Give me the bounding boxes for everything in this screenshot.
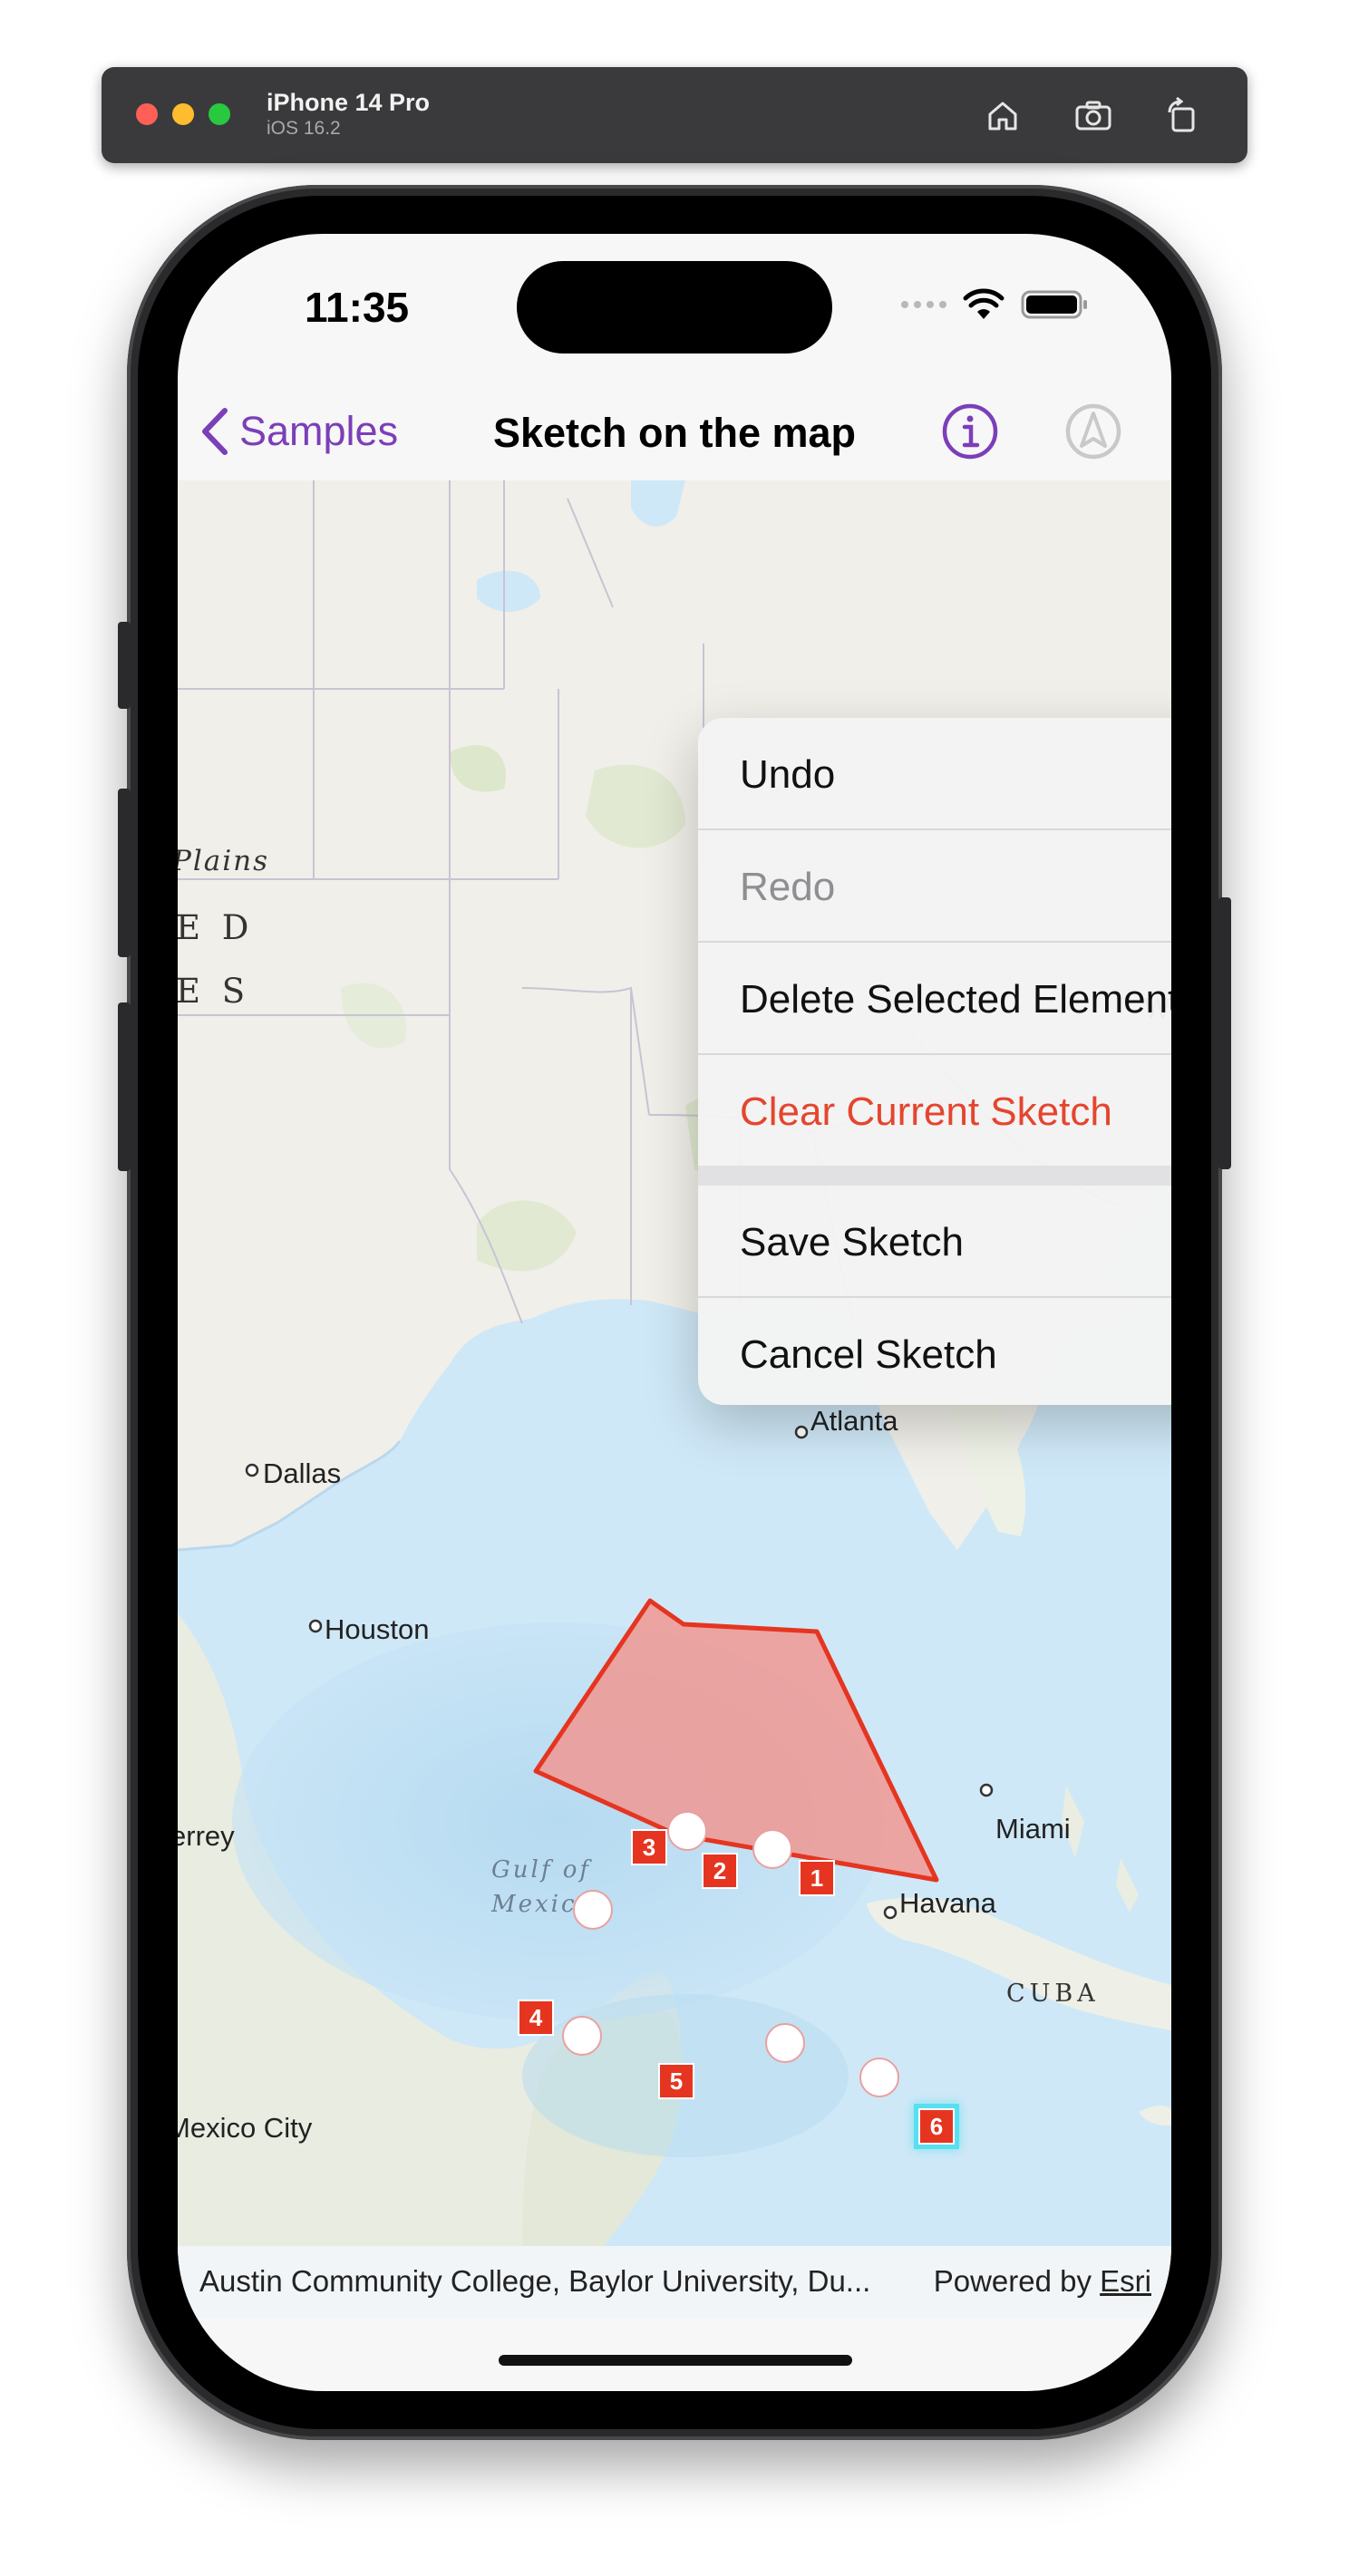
page-title: Sketch on the map	[492, 410, 857, 456]
vertex-marker-4[interactable]: 4	[518, 2000, 554, 2036]
attribution-text[interactable]: Austin Community College, Baylor Univers…	[199, 2264, 870, 2299]
powered-by-label: Powered by	[933, 2264, 1092, 2298]
city-label-monterrey: errey	[178, 1820, 235, 1852]
volume-up-button	[118, 789, 131, 957]
screenshot-icon[interactable]	[1072, 94, 1115, 138]
rotate-icon[interactable]	[1160, 94, 1204, 138]
status-icons	[901, 286, 1090, 323]
vertex-marker-6-selected[interactable]: 6	[918, 2108, 955, 2145]
volume-down-button	[118, 1002, 131, 1171]
menu-item-cancel-sketch[interactable]: Cancel Sketch	[698, 1298, 1171, 1405]
menu-item-label: Redo	[740, 865, 836, 909]
menu-item-label: Save Sketch	[740, 1220, 965, 1264]
city-label-houston: Houston	[325, 1613, 430, 1645]
vertex-marker-1[interactable]: 1	[799, 1860, 835, 1896]
menu-item-clear-sketch[interactable]: Clear Current Sketch	[698, 1055, 1171, 1166]
cellular-dots-icon	[901, 301, 946, 308]
region-label-cuba: CUBA	[1006, 1980, 1100, 2008]
menu-item-label: Clear Current Sketch	[740, 1089, 1112, 1134]
menu-item-label: Delete Selected Element	[740, 977, 1171, 1022]
midpoint-handle[interactable]	[859, 2058, 899, 2097]
midpoint-handle[interactable]	[752, 1829, 792, 1869]
os-version: iOS 16.2	[267, 118, 341, 139]
info-icon[interactable]	[941, 402, 999, 460]
phone-screen: 11:35 Samples Sketch on the map Plains E…	[178, 234, 1171, 2391]
wifi-icon	[963, 288, 1004, 319]
home-indicator[interactable]	[499, 2355, 852, 2366]
midpoint-handle[interactable]	[573, 1890, 613, 1930]
city-label-atlanta: Atlanta	[810, 1405, 898, 1437]
midpoint-handle[interactable]	[562, 2016, 602, 2056]
sketch-context-menu: Undo Redo Delete Selected Element Clear …	[698, 718, 1171, 1405]
menu-item-save-sketch[interactable]: Save Sketch	[698, 1186, 1171, 1296]
vertex-marker-5[interactable]: 5	[658, 2063, 694, 2099]
mute-switch	[118, 622, 131, 709]
city-label-havana: Havana	[899, 1887, 996, 1919]
zoom-window-button[interactable]	[209, 103, 230, 125]
status-time: 11:35	[305, 284, 410, 331]
simulator-toolbar: iPhone 14 Pro iOS 16.2	[102, 67, 1247, 163]
home-icon[interactable]	[981, 94, 1024, 138]
region-label-united: E D	[178, 908, 255, 947]
device-name: iPhone 14 Pro	[267, 89, 431, 116]
menu-item-label: Cancel Sketch	[740, 1332, 997, 1377]
menu-section-gap	[698, 1166, 1171, 1186]
midpoint-handle[interactable]	[765, 2023, 805, 2063]
dynamic-island	[517, 261, 832, 353]
region-label-plains: Plains	[178, 845, 270, 877]
attribution-bar: Austin Community College, Baylor Univers…	[178, 2246, 1171, 2319]
midpoint-handle[interactable]	[667, 1811, 707, 1851]
vertex-marker-3[interactable]: 3	[631, 1829, 667, 1865]
city-label-mexico-city: Mexico City	[178, 2112, 313, 2144]
esri-link[interactable]: Esri	[1100, 2264, 1151, 2298]
location-arrow-icon[interactable]	[1064, 402, 1122, 460]
powered-by: Powered by Esri	[934, 2264, 1151, 2299]
menu-item-delete-selected[interactable]: Delete Selected Element	[698, 943, 1171, 1053]
menu-item-redo[interactable]: Redo	[698, 830, 1171, 941]
minimize-window-button[interactable]	[172, 103, 194, 125]
power-button	[1218, 897, 1231, 1169]
menu-item-label: Undo	[740, 752, 836, 797]
menu-item-undo[interactable]: Undo	[698, 718, 1171, 828]
city-label-dallas: Dallas	[263, 1457, 342, 1489]
navigation-bar: Samples Sketch on the map	[178, 384, 1171, 480]
vertex-marker-2[interactable]: 2	[702, 1853, 738, 1889]
close-window-button[interactable]	[136, 103, 158, 125]
battery-icon	[1021, 290, 1087, 319]
city-label-miami: Miami	[995, 1813, 1071, 1845]
region-label-states: E S	[178, 972, 251, 1011]
